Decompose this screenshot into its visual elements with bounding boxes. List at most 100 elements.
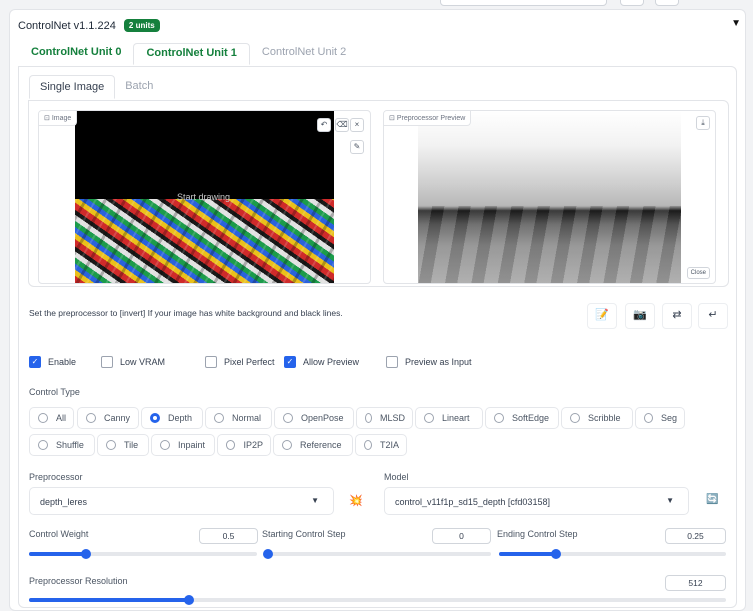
control-weight-input[interactable]: 0.5 (199, 528, 258, 544)
preview-as-input-checkbox[interactable]: Preview as Input (386, 356, 472, 368)
slider-fill (29, 598, 190, 602)
tab-unit-2[interactable]: ControlNet Unit 2 (250, 43, 358, 65)
tab-single-image[interactable]: Single Image (29, 75, 116, 99)
top-button-edge[interactable] (620, 0, 644, 6)
clear-icon[interactable]: ⌫ (335, 118, 349, 132)
image-area: ⊡ Image Start drawing ↶ ⌫ × ✎ ⊡ Preproce… (28, 100, 729, 287)
enable-checkbox[interactable]: ✓ Enable (29, 356, 101, 368)
top-input-edge[interactable] (440, 0, 607, 6)
starting-step-slider[interactable] (263, 549, 491, 559)
ending-step-input[interactable]: 0.25 (665, 528, 726, 544)
invert-hint: Set the preprocessor to [invert] If your… (29, 308, 343, 318)
radio-mlsd[interactable]: MLSD (356, 407, 413, 429)
slider-fill (499, 552, 556, 556)
ending-step-label: Ending Control Step (497, 529, 578, 539)
radio-inpaint[interactable]: Inpaint (151, 434, 215, 456)
radio-lineart[interactable]: Lineart (415, 407, 483, 429)
tab-unit-1[interactable]: ControlNet Unit 1 (133, 43, 250, 65)
image-tabs: Single Image Batch (29, 75, 163, 99)
ending-step-slider[interactable] (499, 549, 726, 559)
slider-fill (29, 552, 86, 556)
radio-label: Seg (660, 413, 677, 423)
pixel-perfect-checkbox[interactable]: Pixel Perfect (205, 356, 284, 368)
slider-handle[interactable] (81, 549, 91, 559)
undo-icon[interactable]: ↶ (317, 118, 331, 132)
radio-tile[interactable]: Tile (97, 434, 149, 456)
model-select[interactable]: control_v11f1p_sd15_depth [cfd03158] ▼ (384, 487, 689, 515)
starting-step-label: Starting Control Step (262, 529, 346, 539)
radio-depth[interactable]: Depth (141, 407, 203, 429)
radio-label: Lineart (442, 413, 470, 423)
checkbox-box (205, 356, 217, 368)
radio-scribble[interactable]: Scribble (561, 407, 633, 429)
starting-step-input[interactable]: 0 (432, 528, 491, 544)
close-icon[interactable]: × (350, 118, 364, 132)
radio-dot (38, 413, 48, 423)
check-icon: ✓ (284, 356, 296, 368)
tab-unit-0[interactable]: ControlNet Unit 0 (19, 43, 133, 65)
allow-preview-checkbox[interactable]: ✓ Allow Preview (284, 356, 386, 368)
radio-reference[interactable]: Reference (273, 434, 353, 456)
slider-handle[interactable] (184, 595, 195, 605)
refresh-icon[interactable]: 🔄 (706, 494, 718, 505)
radio-dot (282, 440, 292, 450)
low-vram-checkbox[interactable]: Low VRAM (101, 356, 205, 368)
swap-icon[interactable]: ⇄ (662, 303, 692, 329)
radio-openpose[interactable]: OpenPose (274, 407, 354, 429)
radio-normal[interactable]: Normal (205, 407, 272, 429)
radio-dot (644, 413, 653, 423)
control-type-label: Control Type (29, 387, 80, 397)
panel-header[interactable]: ControlNet v1.1.224 2 units (18, 19, 160, 32)
radio-label: MLSD (379, 413, 405, 423)
download-icon[interactable]: ⤓ (696, 116, 710, 130)
radio-shuffle[interactable]: Shuffle (29, 434, 95, 456)
enable-label: Enable (48, 357, 77, 367)
preview-as-input-label: Preview as Input (405, 357, 472, 367)
edit-icon[interactable]: 📝 (587, 303, 617, 329)
radio-dot (364, 440, 372, 450)
radio-all[interactable]: All (29, 407, 74, 429)
radio-label: IP2P (243, 440, 263, 450)
send-dimensions-icon[interactable]: ↵ (698, 303, 728, 329)
pixel-perfect-label: Pixel Perfect (224, 357, 275, 367)
radio-label: Tile (124, 440, 139, 450)
camera-icon[interactable]: 📷 (625, 303, 655, 329)
unit-tabs: ControlNet Unit 0 ControlNet Unit 1 Cont… (19, 43, 358, 65)
slider-handle[interactable] (550, 549, 561, 559)
low-vram-label: Low VRAM (120, 357, 166, 367)
preprocessor-resolution-input[interactable]: 512 (665, 575, 726, 591)
radio-dot (226, 440, 236, 450)
image-box-label: ⊡ Image (39, 111, 78, 126)
brush-icon[interactable]: ✎ (350, 140, 364, 154)
radio-t2ia[interactable]: T2IA (355, 434, 407, 456)
preprocessor-resolution-slider[interactable] (29, 595, 726, 605)
preview-box-label: ⊡ Preprocessor Preview (384, 111, 472, 126)
allow-preview-label: Allow Preview (303, 357, 360, 367)
radio-dot-selected (150, 413, 160, 423)
preprocessor-label: Preprocessor (29, 472, 83, 482)
radio-label: T2IA (379, 440, 399, 450)
radio-softedge[interactable]: SoftEdge (485, 407, 559, 429)
radio-dot (214, 413, 224, 423)
radio-dot (494, 413, 504, 423)
check-icon: ✓ (29, 356, 41, 368)
start-drawing-text: Start drawing (177, 192, 231, 202)
control-weight-slider[interactable] (29, 549, 257, 559)
preview-close-button[interactable]: Close (686, 267, 710, 279)
units-badge: 2 units (123, 19, 160, 32)
slider-handle[interactable] (263, 549, 273, 559)
radio-label: Normal (232, 413, 262, 423)
radio-seg[interactable]: Seg (635, 407, 685, 429)
radio-ip2p[interactable]: IP2P (217, 434, 271, 456)
tab-batch[interactable]: Batch (115, 75, 163, 99)
radio-dot (86, 413, 96, 423)
options-row: ✓ Enable Low VRAM Pixel Perfect ✓ Allow Pr… (29, 356, 472, 368)
top-button-edge-2[interactable] (655, 0, 679, 6)
image-canvas[interactable]: ⊡ Image Start drawing ↶ ⌫ × ✎ (38, 110, 371, 284)
chevron-down-icon: ▼ (311, 496, 319, 505)
collapse-icon[interactable]: ▼ (731, 18, 741, 29)
radio-canny[interactable]: Canny (77, 407, 139, 429)
preprocessor-select[interactable]: depth_leres ▼ (29, 487, 334, 515)
run-preprocessor-icon[interactable]: 💥 (349, 494, 363, 507)
radio-label: SoftEdge (512, 413, 550, 423)
